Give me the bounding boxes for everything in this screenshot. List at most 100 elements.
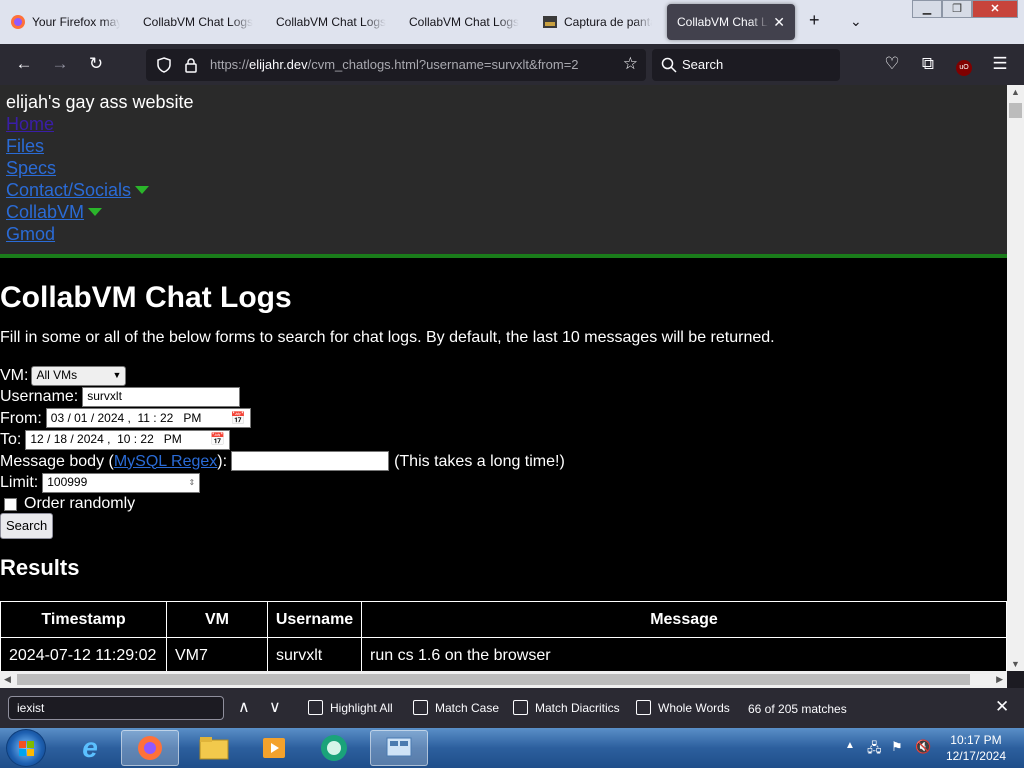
forward-icon[interactable]: → <box>50 54 70 74</box>
close-find-bar-icon[interactable]: ✕ <box>995 697 1009 717</box>
vm-select-value: All VMs <box>36 367 78 382</box>
to-datetime-value: 12 / 18 / 2024 , 10 : 22 PM <box>30 432 182 447</box>
from-datetime-input[interactable]: 03 / 01 / 2024 , 11 : 22 PM 📅 <box>45 408 251 429</box>
windows-logo-icon <box>19 749 26 756</box>
vertical-scroll-thumb[interactable] <box>1009 103 1022 118</box>
bookmark-star-icon[interactable]: ☆ <box>623 54 638 74</box>
volume-muted-icon[interactable]: 🔇 <box>915 739 931 755</box>
search-button[interactable]: Search <box>0 513 54 539</box>
calendar-icon[interactable]: 📅 <box>231 408 246 429</box>
column-header[interactable]: VM <box>166 601 268 639</box>
username-input[interactable]: survxlt <box>82 387 241 408</box>
chevron-down-icon: ▼ <box>112 369 122 380</box>
dropdown-arrow-icon[interactable] <box>135 186 150 194</box>
folder-icon <box>199 737 229 760</box>
scroll-right-icon[interactable]: ▶ <box>996 674 1003 685</box>
pocket-icon[interactable]: ♡ <box>882 54 902 74</box>
match-diacritics-label: Match Diacritics <box>535 700 620 715</box>
nav-link-specs[interactable]: Specs <box>6 157 1001 179</box>
nav-link-gmod[interactable]: Gmod <box>6 223 1001 245</box>
whole-words-checkbox[interactable] <box>636 700 651 715</box>
scroll-up-icon[interactable]: ▲ <box>1011 87 1020 97</box>
mysql-regex-link[interactable]: MySQL Regex <box>114 451 217 472</box>
match-diacritics-checkbox[interactable] <box>513 700 528 715</box>
firefox-taskbar[interactable] <box>121 730 179 766</box>
nav-link-home[interactable]: Home <box>6 113 1001 135</box>
tab-title: CollabVM Chat Logs <box>677 15 769 29</box>
explorer-taskbar[interactable] <box>185 730 243 766</box>
scroll-down-icon[interactable]: ▼ <box>1011 659 1020 669</box>
nav-link-files[interactable]: Files <box>6 135 1001 157</box>
tab-chatlogs-1[interactable]: CollabVM Chat Logs <box>133 4 263 40</box>
windows-logo-icon <box>19 741 26 748</box>
page-title: CollabVM Chat Logs <box>0 281 292 314</box>
vm-select[interactable]: All VMs ▼ <box>31 365 127 386</box>
column-header[interactable]: Timestamp <box>0 601 167 639</box>
find-previous-icon[interactable]: ∧ <box>238 697 250 717</box>
table-cell: 2024-07-12 11:29:02 <box>0 637 167 671</box>
match-case-option[interactable]: Match Case <box>413 700 499 715</box>
match-case-checkbox[interactable] <box>413 700 428 715</box>
search-bar[interactable]: Search <box>652 49 840 81</box>
vertical-scrollbar[interactable]: ▲ ▼ <box>1007 85 1024 671</box>
find-next-icon[interactable]: ∨ <box>269 697 281 717</box>
url-bar[interactable]: https://elijahr.dev/cvm_chatlogs.html?us… <box>146 49 646 81</box>
whole-words-option[interactable]: Whole Words <box>636 700 730 715</box>
tab-chatlogs-2[interactable]: CollabVM Chat Logs <box>266 4 396 40</box>
message-label-end: ): <box>217 452 228 470</box>
tab-title: CollabVM Chat Logs <box>276 15 386 29</box>
tab-screenshot[interactable]: Captura de pantalla <box>532 4 662 40</box>
extensions-icon[interactable]: ⧉ <box>918 54 938 74</box>
show-hidden-icons-icon[interactable]: ▲ <box>845 740 855 751</box>
spinner-icon[interactable]: ⇕ <box>189 472 196 493</box>
close-window-icon[interactable]: ✕ <box>972 0 1018 18</box>
tab-firefox-warning[interactable]: Your Firefox may <box>0 4 130 40</box>
horizontal-scroll-thumb[interactable] <box>17 674 970 685</box>
close-tab-icon[interactable]: ✕ <box>773 14 785 31</box>
dropdown-arrow-icon[interactable] <box>88 208 103 216</box>
reload-icon[interactable]: ↻ <box>86 54 106 74</box>
back-icon[interactable]: ← <box>14 54 34 74</box>
message-input[interactable] <box>231 451 390 472</box>
highlight-all-checkbox[interactable] <box>308 700 323 715</box>
order-randomly-checkbox[interactable] <box>4 497 17 511</box>
scroll-left-icon[interactable]: ◀ <box>4 674 11 685</box>
new-tab-icon[interactable]: + <box>809 10 820 31</box>
horizontal-scrollbar[interactable]: ◀ ▶ <box>0 671 1007 688</box>
media-player-taskbar[interactable] <box>245 730 303 766</box>
tab-chatlogs-active[interactable]: CollabVM Chat Logs ✕ <box>667 4 795 40</box>
vm-label: VM: <box>0 367 29 384</box>
find-input[interactable]: iexist <box>8 696 224 720</box>
minimize-icon[interactable]: ▁ <box>912 0 942 18</box>
shield-icon[interactable] <box>156 57 172 73</box>
to-datetime-input[interactable]: 12 / 18 / 2024 , 10 : 22 PM 📅 <box>25 429 231 450</box>
nav-link-collabvm[interactable]: CollabVM <box>6 201 84 223</box>
start-button[interactable] <box>6 729 46 767</box>
menu-icon[interactable]: ☰ <box>990 54 1010 74</box>
list-tabs-icon[interactable]: ⌄ <box>850 13 862 30</box>
match-diacritics-option[interactable]: Match Diacritics <box>513 700 620 715</box>
restore-icon[interactable]: ❐ <box>942 0 972 18</box>
navigation-toolbar: ← → ↻ https://elijahr.dev/cvm_chatlogs.h… <box>0 44 1024 85</box>
calendar-icon[interactable]: 📅 <box>210 429 225 450</box>
results-table: Timestamp VM Username Message 2024-07-12… <box>0 601 1007 671</box>
lock-icon[interactable] <box>184 57 198 73</box>
control-panel-taskbar[interactable] <box>370 730 428 766</box>
limit-input[interactable]: 100999 ⇕ <box>42 472 201 493</box>
action-center-flag-icon[interactable]: ⚑ <box>891 739 903 755</box>
chat-app-taskbar[interactable] <box>305 730 363 766</box>
site-header: elijah's gay ass website Home Files Spec… <box>0 85 1007 258</box>
ublock-icon[interactable]: uO <box>954 54 974 76</box>
highlight-all-option[interactable]: Highlight All <box>308 700 393 715</box>
column-header[interactable]: Message <box>361 601 1007 639</box>
system-clock[interactable]: 10:17 PM 12/17/2024 <box>946 732 1006 764</box>
network-icon[interactable]: 🖧 <box>867 739 882 761</box>
nav-link-contact[interactable]: Contact/Socials <box>6 179 131 201</box>
firefox-icon <box>11 15 25 29</box>
tab-chatlogs-3[interactable]: CollabVM Chat Logs <box>399 4 529 40</box>
internet-explorer-taskbar[interactable]: e <box>61 730 119 766</box>
windows-logo-icon <box>27 749 34 756</box>
column-header[interactable]: Username <box>267 601 362 639</box>
control-panel-icon <box>386 737 412 757</box>
internet-explorer-icon: e <box>82 732 98 763</box>
